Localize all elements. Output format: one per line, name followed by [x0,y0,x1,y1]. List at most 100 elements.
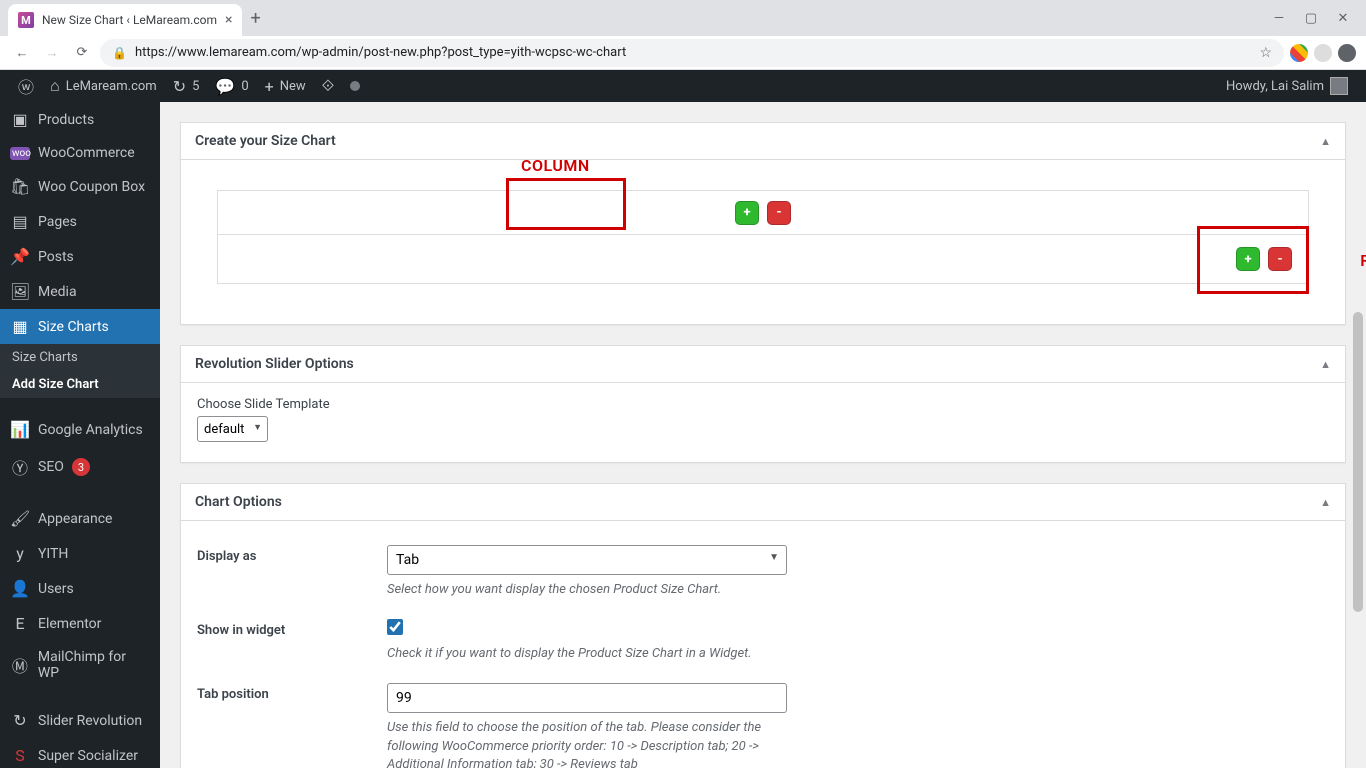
main-content: Create your Size Chart ▲ COLUMN + - + - [160,102,1366,768]
sidebar-item-label: Products [38,112,94,128]
choose-template-label: Choose Slide Template [197,397,1329,412]
sidebar-submenu: Size Charts Add Size Chart [0,344,160,398]
yith-icon: y [10,544,30,563]
sidebar-item-label: Pages [38,214,77,230]
user-avatar-icon [1330,77,1348,95]
howdy-text: Howdy, Lai Salim [1226,79,1324,94]
scrollbar[interactable] [1352,102,1364,768]
panel-title: Create your Size Chart [195,133,336,149]
mailchimp-icon: Ⓜ [10,653,30,677]
new-content-menu[interactable]: +New [257,70,314,102]
size-chart-panel: Create your Size Chart ▲ COLUMN + - + - [180,122,1346,325]
media-icon: 🖼 [10,282,30,301]
show-in-widget-checkbox[interactable] [387,619,403,635]
sidebar-item-appearance[interactable]: 🖌 Appearance [0,501,160,536]
show-in-widget-label: Show in widget [197,619,387,663]
sidebar-item-users[interactable]: 👤Users [0,571,160,606]
sidebar-item-media[interactable]: 🖼Media [0,274,160,309]
sidebar-item-slider-revolution[interactable]: ↻Slider Revolution [0,703,160,738]
elementor-icon: E [10,614,30,633]
slide-template-select[interactable]: default [197,416,268,442]
display-as-select[interactable]: Tab [387,545,787,575]
address-bar[interactable]: 🔒 https://www.lemaream.com/wp-admin/post… [100,39,1284,67]
brush-icon: 🖌 [10,509,30,528]
sidebar-item-coupon-box[interactable]: 🛍Woo Coupon Box [0,169,160,204]
site-name-menu[interactable]: ⌂LeMaream.com [42,70,165,102]
extension-icon[interactable] [1290,44,1308,62]
admin-sidebar: ▣ Products wooWooCommerce 🛍Woo Coupon Box… [0,102,160,768]
collapse-icon[interactable]: ▲ [1320,135,1331,148]
panel-header[interactable]: Create your Size Chart ▲ [181,123,1345,160]
sidebar-item-elementor[interactable]: EElementor [0,606,160,641]
sidebar-item-label: Size Charts [38,319,109,335]
display-as-label: Display as [197,545,387,599]
site-name: LeMaream.com [66,79,157,94]
panel-header[interactable]: Chart Options ▲ [181,484,1345,521]
minimize-icon[interactable]: — [1272,11,1286,26]
profile-avatar-icon[interactable] [1314,44,1332,62]
row-controls-row: + - [218,235,1308,283]
browser-tab[interactable]: M New Size Chart ‹ LeMaream.com × [8,4,242,36]
sidebar-item-products[interactable]: ▣ Products [0,102,160,137]
sidebar-item-super-socializer[interactable]: SSuper Socializer [0,738,160,768]
scrollbar-thumb[interactable] [1353,312,1363,612]
sidebar-item-label: WooCommerce [38,145,135,161]
sidebar-item-analytics[interactable]: 📊Google Analytics [0,412,160,447]
add-column-button[interactable]: + [735,201,759,225]
chart-icon: 📊 [10,420,30,439]
new-label: New [280,79,306,94]
yith-icon: ⟐ [322,76,335,96]
tab-position-input[interactable] [387,683,787,713]
tab-close-icon[interactable]: × [225,12,232,28]
status-indicator[interactable] [342,70,368,102]
collapse-icon[interactable]: ▲ [1320,496,1331,509]
sidebar-item-woocommerce[interactable]: wooWooCommerce [0,137,160,169]
sidebar-item-label: MailChimp for WP [38,649,150,681]
updates-menu[interactable]: ↻5 [165,70,208,102]
submenu-size-charts[interactable]: Size Charts [0,344,160,371]
seo-icon: Ⓨ [10,455,30,479]
reload-button[interactable]: ⟳ [70,41,94,65]
wp-logo-menu[interactable]: ⓦ [10,70,42,102]
comments-menu[interactable]: 💬0 [207,70,256,102]
extension-icon-2[interactable] [1338,44,1356,62]
revisions-count: 5 [192,79,199,94]
forward-button[interactable]: → [40,41,64,65]
tab-position-desc: Use this field to choose the position of… [387,719,807,768]
panel-title: Revolution Slider Options [195,356,354,372]
wp-body: ▣ Products wooWooCommerce 🛍Woo Coupon Box… [0,102,1366,768]
back-button[interactable]: ← [10,41,34,65]
panel-header[interactable]: Revolution Slider Options ▲ [181,346,1345,383]
sidebar-item-seo[interactable]: ⓎSEO3 [0,447,160,487]
sidebar-item-label: Slider Revolution [38,713,142,729]
wp-admin-bar: ⓦ ⌂LeMaream.com ↻5 💬0 +New ⟐ Howdy, Lai … [0,70,1366,102]
column-controls-row: + - [218,191,1308,235]
pin-icon: 📌 [10,247,30,266]
close-window-icon[interactable]: ✕ [1336,11,1350,26]
update-icon: ↻ [173,77,186,96]
display-as-row: Display as Tab Select how you want displ… [197,535,1329,609]
new-tab-button[interactable]: + [250,8,260,29]
annotation-column: COLUMN [521,156,590,175]
sidebar-item-mailchimp[interactable]: Ⓜ MailChimp for WP [0,641,160,689]
sidebar-item-size-charts[interactable]: ▦Size Charts [0,309,160,344]
sidebar-item-label: Posts [38,249,74,265]
sidebar-item-yith[interactable]: yYITH [0,536,160,571]
sidebar-item-label: SEO [38,459,64,475]
submenu-add-size-chart[interactable]: Add Size Chart [0,371,160,398]
maximize-icon[interactable]: ▢ [1304,11,1318,26]
sidebar-item-pages[interactable]: ▤Pages [0,204,160,239]
box-icon: ▣ [10,110,30,129]
sidebar-item-label: Appearance [38,511,112,527]
remove-column-button[interactable]: - [767,201,791,225]
wordpress-icon: ⓦ [18,74,34,98]
chart-options-panel: Chart Options ▲ Display as Tab Select ho… [180,483,1346,768]
tab-position-label: Tab position [197,683,387,768]
share-icon: S [10,746,30,765]
collapse-icon[interactable]: ▲ [1320,358,1331,371]
bookmark-star-icon[interactable]: ☆ [1259,45,1272,61]
yith-menu[interactable]: ⟐ [314,70,343,102]
sidebar-item-posts[interactable]: 📌 Posts [0,239,160,274]
window-controls: — ▢ ✕ [1272,11,1358,26]
user-menu[interactable]: Howdy, Lai Salim [1218,77,1356,95]
